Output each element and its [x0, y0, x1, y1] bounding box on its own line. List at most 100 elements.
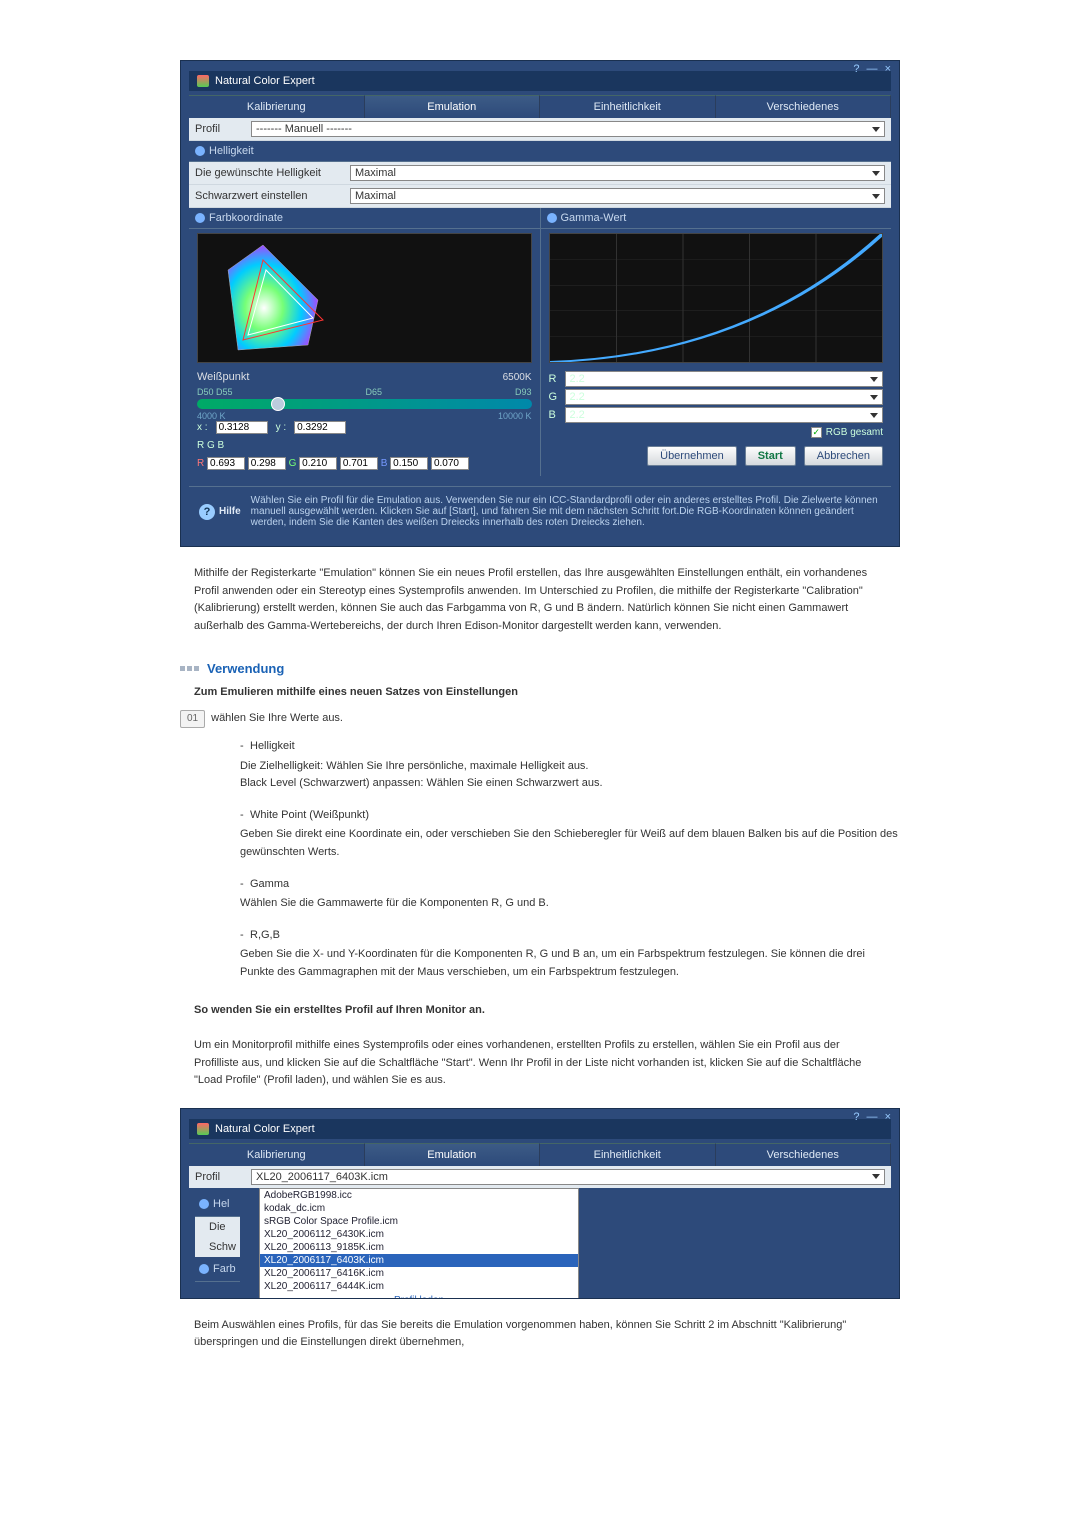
item-title: Helligkeit: [250, 740, 295, 752]
step-text: wählen Sie Ihre Werte aus.: [211, 710, 343, 728]
tab-emulation[interactable]: Emulation: [365, 95, 541, 118]
help-band: ? Hilfe Wählen Sie ein Profil für die Em…: [189, 486, 891, 536]
range-min: 4000 K: [197, 411, 226, 421]
profile-row: Profil XL20_2006117_6403K.icm: [189, 1166, 891, 1188]
b-y-input[interactable]: [431, 457, 469, 470]
whitepoint-range: 4000 K 10000 K: [197, 411, 532, 421]
rgb-gesamt-checkbox[interactable]: ✓ RGB gesamt: [549, 427, 884, 438]
blacklevel-label: Schwarzwert einstellen: [195, 190, 350, 202]
dropdown-load-profile[interactable]: ------- Profil laden -------: [260, 1293, 578, 1298]
dropdown-option[interactable]: XL20_2006113_9185K.icm: [260, 1241, 578, 1254]
gamma-b-row: B 2.2: [549, 407, 884, 423]
bullet-icon: [195, 146, 205, 156]
profile-select[interactable]: ------- Manuell -------: [251, 121, 885, 137]
dropdown-option-selected[interactable]: XL20_2006117_6403K.icm: [260, 1254, 578, 1267]
r-x-input[interactable]: [207, 457, 245, 470]
tab-verschiedenes[interactable]: Verschiedenes: [716, 1143, 892, 1166]
dropdown-option[interactable]: AdobeRGB1998.icc: [260, 1189, 578, 1202]
bullet-icon: [199, 1199, 209, 1209]
item-desc: Geben Sie direkt eine Koordinate ein, od…: [240, 826, 900, 861]
profile-select[interactable]: XL20_2006117_6403K.icm: [251, 1169, 885, 1185]
tab-einheitlichkeit[interactable]: Einheitlichkeit: [540, 95, 716, 118]
chevron-down-icon: [872, 1174, 880, 1179]
help-title: Hilfe: [219, 506, 241, 517]
paragraph-1: Mithilfe der Registerkarte "Emulation" k…: [194, 565, 886, 635]
gamma-b-select[interactable]: 2.2: [565, 407, 884, 423]
help-text: Wählen Sie ein Profil für die Emulation …: [251, 495, 881, 528]
checkbox-icon: ✓: [811, 427, 822, 438]
bullet-icon: [199, 1264, 209, 1274]
tab-bar: Kalibrierung Emulation Einheitlichkeit V…: [189, 1143, 891, 1166]
color-panels: Farbkoordinate: [189, 208, 891, 476]
profile-select-value: XL20_2006117_6403K.icm: [256, 1171, 388, 1183]
whitepoint-label: Weißpunkt: [197, 371, 249, 383]
bullet-icon: [195, 213, 205, 223]
tab-kalibrierung[interactable]: Kalibrierung: [189, 95, 365, 118]
start-button[interactable]: Start: [745, 446, 796, 466]
help-icon: ?: [199, 504, 215, 520]
window-controls[interactable]: ? — ×: [853, 63, 893, 75]
rgb-label: R G B: [197, 440, 532, 451]
chevron-down-icon: [872, 127, 880, 132]
profile-dropdown-open[interactable]: AdobeRGB1998.icc kodak_dc.icm sRGB Color…: [259, 1188, 579, 1298]
section-gamma-label: Gamma-Wert: [561, 212, 627, 224]
dropdown-option[interactable]: XL20_2006117_6444K.icm: [260, 1280, 578, 1293]
section-verwendung: Verwendung: [180, 661, 900, 676]
cancel-button[interactable]: Abbrechen: [804, 446, 883, 466]
dropdown-option[interactable]: kodak_dc.icm: [260, 1202, 578, 1215]
bg-label: Die: [209, 1221, 226, 1233]
whitepoint-temp: 6500K: [503, 372, 532, 383]
whitepoint-xy: x : y :: [197, 421, 532, 434]
profile-label: Profil: [195, 123, 243, 135]
b-x-input[interactable]: [390, 457, 428, 470]
gamma-curve-icon: [550, 234, 883, 362]
bg-label: Hel: [213, 1194, 230, 1214]
brightness-target-select[interactable]: Maximal: [350, 165, 885, 181]
x-input[interactable]: [216, 421, 268, 434]
dropdown-option[interactable]: XL20_2006112_6430K.icm: [260, 1228, 578, 1241]
section-farbkoordinate-label: Farbkoordinate: [209, 212, 283, 224]
section-helligkeit-label: Helligkeit: [209, 145, 254, 157]
apply-text: Um ein Monitorprofil mithilfe eines Syst…: [194, 1037, 886, 1090]
y-label: y :: [276, 422, 287, 433]
tab-kalibrierung[interactable]: Kalibrierung: [189, 1143, 365, 1166]
gamut-chart[interactable]: [197, 233, 532, 363]
tab-emulation[interactable]: Emulation: [365, 1143, 541, 1166]
whitepoint-slider[interactable]: [197, 399, 532, 409]
bg-label: Farb: [213, 1259, 236, 1279]
tab-verschiedenes[interactable]: Verschiedenes: [716, 95, 892, 118]
title-bar: Natural Color Expert: [189, 71, 891, 91]
farbkoordinate-panel: Farbkoordinate: [189, 208, 541, 476]
chevron-down-icon: [870, 377, 878, 382]
step-01: 01 wählen Sie Ihre Werte aus.: [180, 710, 900, 728]
bullet-icon: [547, 213, 557, 223]
brightness-target-row: Die gewünschte Helligkeit Maximal: [189, 162, 891, 185]
dropdown-option[interactable]: XL20_2006117_6416K.icm: [260, 1267, 578, 1280]
blacklevel-select[interactable]: Maximal: [350, 188, 885, 204]
gamma-g-select[interactable]: 2.2: [565, 389, 884, 405]
brightness-target-value: Maximal: [355, 167, 396, 179]
profile-row: Profil ------- Manuell -------: [189, 118, 891, 141]
g-x-input[interactable]: [299, 457, 337, 470]
apply-button[interactable]: Übernehmen: [647, 446, 737, 466]
gamma-chart[interactable]: [549, 233, 884, 363]
settings-list: -Helligkeit Die Zielhelligkeit: Wählen S…: [240, 738, 900, 982]
dropdown-option[interactable]: sRGB Color Space Profile.icm: [260, 1215, 578, 1228]
item-desc: Geben Sie die X- und Y-Koordinaten für d…: [240, 946, 900, 981]
app-title: Natural Color Expert: [215, 1123, 315, 1135]
gamma-g-value: 2.2: [570, 391, 585, 403]
scale-d93: D93: [515, 387, 532, 397]
section-gamma: Gamma-Wert: [541, 208, 892, 229]
y-input[interactable]: [294, 421, 346, 434]
chevron-down-icon: [870, 413, 878, 418]
gamma-r-select[interactable]: 2.2: [565, 371, 884, 387]
g-y-input[interactable]: [340, 457, 378, 470]
slider-handle[interactable]: [271, 397, 285, 411]
item-title: Gamma: [250, 878, 289, 890]
scale-d65: D65: [366, 387, 383, 397]
item-title: White Point (Weißpunkt): [250, 809, 369, 821]
window-controls[interactable]: ? — ×: [853, 1111, 893, 1123]
r-y-input[interactable]: [248, 457, 286, 470]
tab-einheitlichkeit[interactable]: Einheitlichkeit: [540, 1143, 716, 1166]
app-window-2: ? — × Natural Color Expert Kalibrierung …: [180, 1108, 900, 1299]
